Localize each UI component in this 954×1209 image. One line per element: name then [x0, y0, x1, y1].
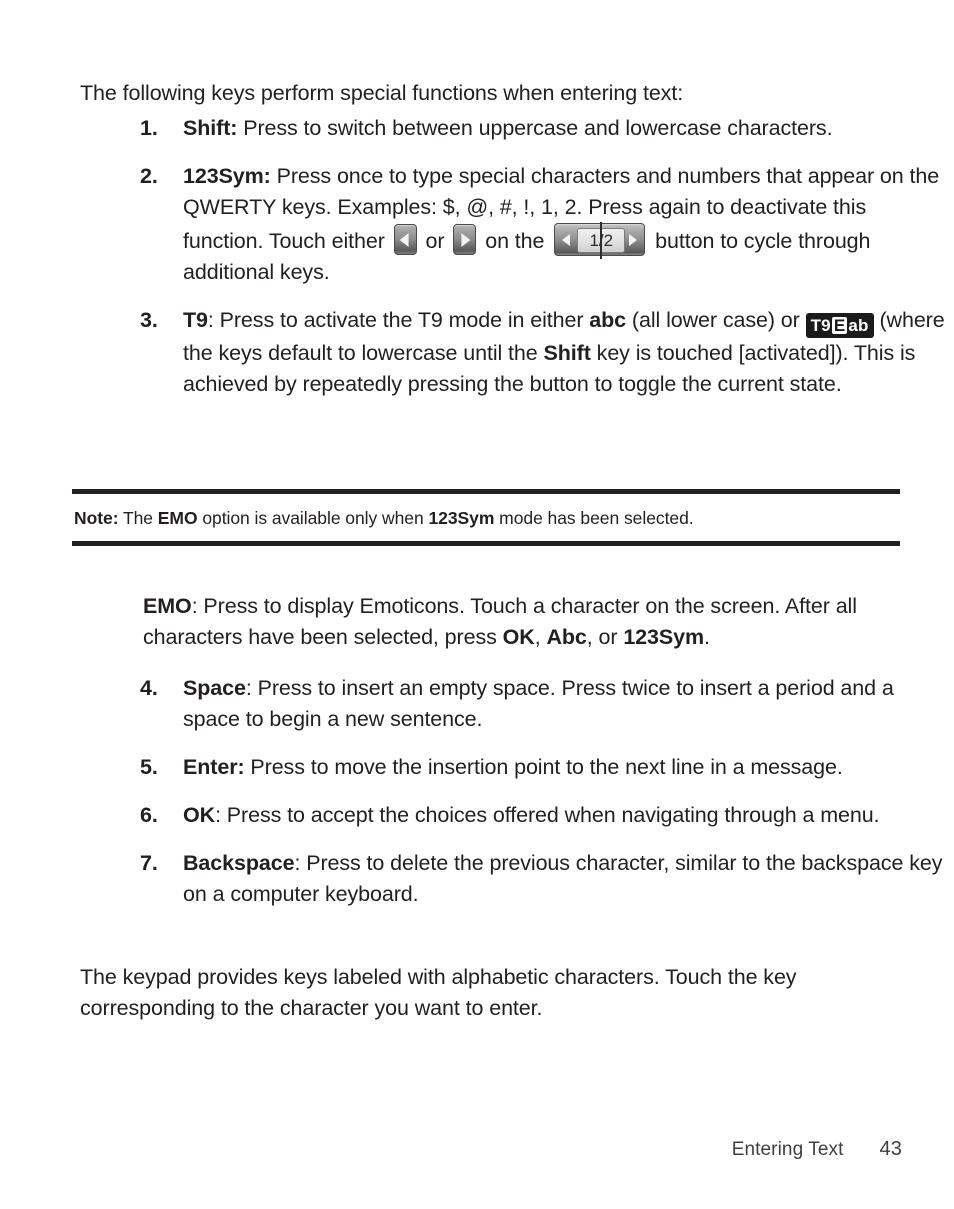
emo-text-segment: . [704, 624, 710, 649]
emo-text-segment: , or [586, 624, 624, 649]
emo-text-segment: , [534, 624, 547, 649]
note-text-segment: option is available only when [197, 508, 429, 528]
emo-term: EMO [143, 593, 192, 618]
list-item: 3. T9: Press to activate the T9 mode in … [120, 305, 950, 400]
list-item: 6. OK: Press to accept the choices offer… [120, 800, 950, 831]
list-item-text: or [419, 229, 451, 253]
note-text: Note: The EMO option is available only w… [72, 494, 900, 541]
list-number: 2. [140, 164, 158, 188]
list-item-term: Enter: [183, 755, 245, 779]
note-text-segment: mode has been selected. [494, 508, 694, 528]
list-item-body: Enter: Press to move the insertion point… [183, 752, 950, 783]
emo-paragraph: EMO: Press to display Emoticons. Touch a… [143, 591, 888, 653]
inline-bold-abc: abc [589, 308, 627, 332]
list-item: 5. Enter: Press to move the insertion po… [120, 752, 950, 783]
arrow-left-glyph [399, 232, 409, 247]
page-footer: Entering Text 43 [732, 1138, 902, 1161]
list-item: 2. 123Sym: Press once to type special ch… [120, 161, 950, 288]
intro-paragraph: The following keys perform special funct… [80, 80, 684, 105]
special-keys-list-first: 1. Shift: Press to switch between upperc… [80, 113, 950, 417]
note-rule-bottom [72, 541, 900, 546]
page-divider [600, 222, 603, 259]
badge-boxed-letter: E [831, 316, 848, 335]
emo-bold-abc: Abc [546, 624, 587, 649]
footer-chapter-title: Entering Text [731, 1139, 844, 1160]
inline-bold-shift: Shift [543, 341, 591, 365]
note-bold-123sym: 123Sym [428, 508, 495, 528]
list-item-body: T9: Press to activate the T9 mode in eit… [183, 305, 950, 400]
list-number: 7. [140, 851, 158, 875]
t9-eab-badge: T9 Eab [805, 313, 874, 338]
list-number: 6. [140, 803, 158, 827]
badge-suffix: ab [848, 316, 869, 335]
list-number: 4. [140, 676, 158, 700]
arrow-right-icon [629, 233, 638, 246]
list-item-text: : Press to insert an empty space. Press … [183, 676, 894, 731]
list-item-term: Backspace [183, 851, 295, 875]
list-item-body: OK: Press to accept the choices offered … [183, 800, 950, 831]
list-item-body: 123Sym: Press once to type special chara… [183, 161, 950, 288]
footer-page-number: 43 [879, 1138, 902, 1160]
emo-bold-ok: OK [502, 624, 535, 649]
list-item: 4. Space: Press to insert an empty space… [120, 673, 950, 735]
list-number: 1. [140, 116, 158, 140]
note-label: Note: [74, 508, 119, 528]
list-item-text: Press to move the insertion point to the… [244, 755, 843, 779]
list-item-text: (all lower case) or [626, 308, 806, 332]
badge-prefix: T9 [810, 316, 831, 335]
list-item: 1. Shift: Press to switch between upperc… [120, 113, 950, 144]
note-text-segment: The [118, 508, 158, 528]
emo-text-segment: : Press to display Emoticons. Touch a ch… [143, 593, 857, 649]
note-bold-emo: EMO [157, 508, 198, 528]
arrow-left-icon [562, 233, 571, 246]
arrow-right-glyph [461, 232, 471, 247]
page-cycle-button[interactable]: 1/2 [554, 222, 646, 259]
list-number: 5. [140, 755, 158, 779]
list-item-term: Shift: [183, 116, 238, 140]
list-item-text: Press to switch between uppercase and lo… [237, 116, 833, 140]
arrow-left-icon[interactable] [393, 224, 417, 255]
list-item-text: : Press to delete the previous character… [183, 851, 943, 906]
list-item: 7. Backspace: Press to delete the previo… [120, 848, 950, 910]
list-item-term: Space [183, 676, 246, 700]
list-item-body: Shift: Press to switch between uppercase… [183, 113, 950, 144]
document-page: The following keys perform special funct… [0, 0, 954, 1209]
list-item-text: : Press to activate the T9 mode in eithe… [207, 308, 590, 332]
list-item-term: 123Sym: [183, 164, 271, 188]
closing-paragraph: The keypad provides keys labeled with al… [80, 964, 797, 1020]
list-number: 3. [140, 308, 158, 332]
list-item-body: Space: Press to insert an empty space. P… [183, 673, 950, 735]
list-item-term: T9 [183, 308, 208, 332]
list-item-text: : Press to accept the choices offered wh… [215, 803, 880, 827]
note-callout: Note: The EMO option is available only w… [72, 489, 900, 546]
list-item-term: OK [183, 803, 216, 827]
special-keys-list-second: 4. Space: Press to insert an empty space… [80, 673, 950, 927]
list-item-text: on the [479, 229, 551, 253]
list-item-body: Backspace: Press to delete the previous … [183, 848, 950, 910]
arrow-right-icon[interactable] [453, 224, 477, 255]
emo-bold-123sym: 123Sym [623, 624, 704, 649]
